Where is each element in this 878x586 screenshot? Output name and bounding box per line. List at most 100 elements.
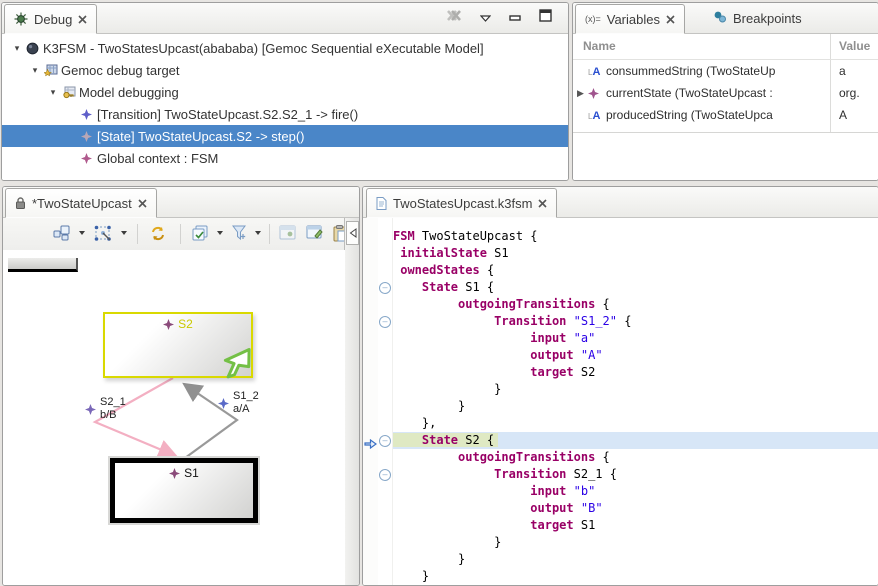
code-line[interactable]: State S1 { — [393, 279, 878, 296]
maximize-icon[interactable] — [539, 9, 552, 27]
expander-icon[interactable]: ▾ — [46, 87, 60, 98]
fold-collapse-icon[interactable]: – — [379, 282, 391, 294]
selection-dropdown[interactable] — [121, 231, 127, 235]
code-line[interactable]: ownedStates { — [393, 262, 878, 279]
tab-diagram[interactable]: *TwoStateUpcast — [5, 188, 157, 218]
tab-k3fsm-file[interactable]: TwoStatesUpcast.k3fsm — [366, 188, 557, 218]
code-line[interactable]: } — [393, 398, 878, 415]
state-node-s1[interactable]: S1 — [110, 458, 258, 523]
keyword-token: outgoingTransitions — [458, 297, 595, 311]
code-token: S1 — [487, 246, 509, 260]
selection-mode-icon[interactable] — [94, 225, 112, 242]
code-line[interactable]: input "a" — [393, 330, 878, 347]
debug-tree-item[interactable]: ▾K3FSM - TwoStatesUpcast(abababa) [Gemoc… — [2, 37, 568, 59]
code-line[interactable]: output "B" — [393, 500, 878, 517]
column-value[interactable]: Value — [839, 39, 870, 53]
state-s1-label: S1 — [184, 466, 199, 480]
fold-collapse-icon[interactable]: – — [379, 435, 391, 447]
code-token: } — [393, 382, 501, 396]
code-line[interactable]: } — [393, 568, 878, 585]
transition-icon — [218, 398, 229, 409]
fold-collapse-icon[interactable]: – — [379, 316, 391, 328]
diagram-canvas[interactable]: S2 S1 S2_1 b/B — [3, 250, 345, 585]
folding-ruler[interactable]: – – – – — [378, 218, 393, 585]
model-icon — [24, 42, 41, 55]
code-line[interactable]: output "A" — [393, 347, 878, 364]
code-line[interactable]: FSM TwoStateUpcast { — [393, 228, 878, 245]
variable-row[interactable]: LAconsummedString (TwoStateUpa — [573, 60, 878, 82]
code-line[interactable]: } — [393, 534, 878, 551]
variable-value: org. — [839, 86, 860, 100]
close-icon[interactable] — [538, 199, 547, 208]
code-line[interactable]: Transition S2_1 { — [393, 466, 878, 483]
state-icon — [163, 319, 174, 330]
code-line[interactable]: outgoingTransitions { — [393, 449, 878, 466]
filters-dropdown[interactable] — [255, 231, 261, 235]
code-token: S1 { — [458, 280, 494, 294]
transition-trigger: a/A — [233, 403, 259, 416]
debug-tree-item[interactable]: Global context : FSM — [2, 147, 568, 169]
expander-icon[interactable]: ▾ — [10, 43, 24, 54]
transition-trigger: b/B — [100, 409, 126, 422]
debug-tree-label: Gemoc debug target — [59, 63, 180, 78]
code-token — [393, 331, 530, 345]
frame-state-icon — [78, 131, 95, 142]
code-line[interactable]: initialState S1 — [393, 245, 878, 262]
code-line[interactable]: Transition "S1_2" { — [393, 313, 878, 330]
variable-row[interactable]: LAproducedString (TwoStateUpcaA — [573, 104, 878, 126]
arrange-all-icon[interactable] — [53, 225, 70, 241]
variables-table: Name Value LAconsummedString (TwoStateUp… — [573, 34, 878, 180]
tab-diagram-label: *TwoStateUpcast — [32, 196, 132, 211]
close-icon[interactable] — [78, 15, 87, 24]
layers-dropdown[interactable] — [217, 231, 223, 235]
view-menu-icon[interactable] — [480, 9, 491, 27]
fold-collapse-icon[interactable]: – — [379, 469, 391, 481]
column-name[interactable]: Name — [583, 39, 616, 53]
current-state-cursor-icon — [221, 346, 253, 387]
state-s2-label: S2 — [178, 317, 193, 331]
filters-icon[interactable] — [231, 225, 249, 241]
variables-table-header: Name Value — [573, 34, 878, 60]
code-line[interactable]: } — [393, 381, 878, 398]
debug-tree-item[interactable]: [State] TwoStateUpcast.S2 -> step() — [2, 125, 568, 147]
debug-tree-item[interactable]: ▾Model debugging — [2, 81, 568, 103]
code-line[interactable]: target S2 — [393, 364, 878, 381]
code-line[interactable]: State S2 { — [393, 432, 878, 449]
layers-icon[interactable] — [192, 225, 210, 242]
close-icon[interactable] — [666, 15, 675, 24]
show-properties-icon[interactable] — [279, 225, 296, 240]
remove-all-terminated-icon[interactable] — [446, 9, 462, 28]
annotation-ruler[interactable] — [363, 218, 378, 585]
collapse-palette-icon[interactable] — [346, 221, 359, 245]
code-line[interactable]: outgoingTransitions { — [393, 296, 878, 313]
tab-breakpoints[interactable]: Breakpoints — [704, 4, 811, 32]
minimize-icon[interactable] — [509, 9, 521, 27]
debug-tree-item[interactable]: [Transition] TwoStateUpcast.S2.S2_1 -> f… — [2, 103, 568, 125]
code-line[interactable]: } — [393, 551, 878, 568]
tab-debug[interactable]: Debug — [4, 4, 97, 34]
variable-row[interactable]: ▶currentState (TwoStateUpcast :org. — [573, 82, 878, 104]
close-icon[interactable] — [138, 199, 147, 208]
debug-tabbar: Debug — [2, 3, 568, 34]
edit-properties-icon[interactable] — [306, 225, 323, 240]
keyword-token: State — [422, 280, 458, 294]
transition-name: S1_2 — [233, 390, 259, 403]
state-icon — [169, 468, 180, 479]
diagram-editor: *TwoStateUpcast — [2, 186, 360, 586]
expander-icon[interactable]: ▾ — [28, 65, 42, 76]
code-token: } — [393, 569, 429, 583]
editor-tabbar: TwoStatesUpcast.k3fsm — [363, 187, 878, 218]
transition-label-s2_1[interactable]: S2_1 b/B — [85, 396, 126, 422]
code-token: } — [393, 399, 465, 413]
code-area[interactable]: – – – – FSM TwoStateUpcast { initialState S… — [363, 218, 878, 585]
debug-tree-item[interactable]: ▾ Gemoc debug target — [2, 59, 568, 81]
refresh-icon[interactable] — [149, 225, 167, 242]
code-line[interactable]: }, — [393, 415, 878, 432]
transition-label-s1_2[interactable]: S1_2 a/A — [218, 390, 259, 416]
string-variable-icon: LA — [588, 64, 606, 78]
expander-icon[interactable]: ▶ — [573, 88, 588, 99]
tab-variables[interactable]: (x)= Variables — [575, 4, 685, 34]
code-line[interactable]: target S1 — [393, 517, 878, 534]
code-line[interactable]: input "b" — [393, 483, 878, 500]
arrange-dropdown[interactable] — [79, 231, 85, 235]
